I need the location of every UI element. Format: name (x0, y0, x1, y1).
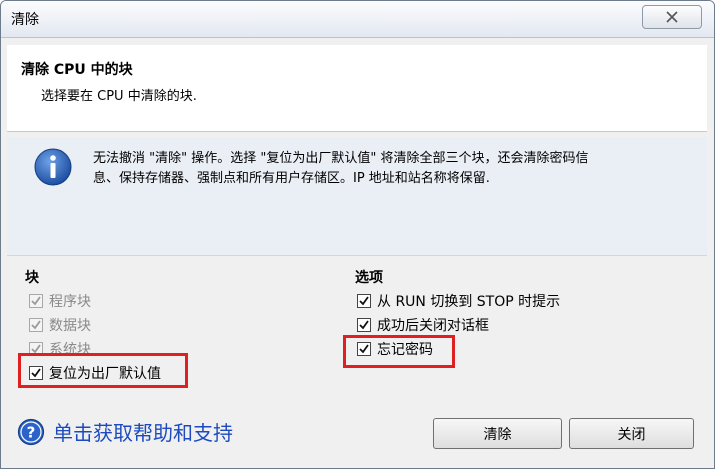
checkbox-data-block[interactable]: 数据块 (29, 315, 91, 335)
checkbox-box[interactable] (29, 294, 43, 308)
options-heading: 选项 (355, 270, 383, 286)
dialog-header: 清除 CPU 中的块 选择要在 CPU 中清除的块. (7, 45, 707, 132)
checkbox-prompt-run-to-stop[interactable]: 从 RUN 切换到 STOP 时提示 (357, 291, 560, 311)
help-icon: ? (17, 418, 45, 445)
checkbox-program-block[interactable]: 程序块 (29, 291, 91, 311)
clear-dialog: 清除 清除 CPU 中的块 选择要在 CPU 中清除的块. 无法撤消 "清除" … (0, 0, 715, 469)
blocks-heading: 块 (25, 270, 39, 286)
info-icon (34, 148, 72, 186)
close-icon (666, 11, 678, 23)
checkbox-label: 程序块 (49, 294, 91, 310)
close-button[interactable]: 关闭 (569, 418, 694, 449)
header-subtitle: 选择要在 CPU 中清除的块. (41, 89, 197, 104)
checkmark-icon (31, 296, 41, 306)
info-panel: 无法撤消 "清除" 操作。选择 "复位为出厂默认值" 将清除全部三个块，还会清除… (7, 137, 707, 256)
info-line-2: 息、保持存储器、强制点和所有用户存储区。IP 地址和站名称将保留. (93, 171, 490, 186)
help-link[interactable]: ? 单击获取帮助和支持 (17, 417, 233, 446)
checkmark-icon (359, 296, 369, 306)
checkbox-label: 成功后关闭对话框 (377, 318, 489, 334)
title-bar[interactable]: 清除 (1, 1, 714, 38)
header-title: 清除 CPU 中的块 (21, 62, 133, 78)
clear-button[interactable]: 清除 (433, 418, 562, 449)
checkbox-box[interactable] (29, 318, 43, 332)
checkmark-icon (359, 320, 369, 330)
checkmark-icon (31, 320, 41, 330)
checkbox-close-on-success[interactable]: 成功后关闭对话框 (357, 315, 489, 335)
checkbox-box[interactable] (357, 318, 371, 332)
highlight-forgot-password-box (343, 335, 455, 368)
info-message: 无法撤消 "清除" 操作。选择 "复位为出厂默认值" 将清除全部三个块，还会清除… (93, 149, 693, 189)
checkbox-label: 数据块 (49, 318, 91, 334)
info-line-1: 无法撤消 "清除" 操作。选择 "复位为出厂默认值" 将清除全部三个块，还会清除… (93, 151, 589, 166)
svg-text:?: ? (27, 423, 36, 441)
checkbox-box[interactable] (357, 294, 371, 308)
window-title: 清除 (11, 12, 39, 28)
window-close-button[interactable] (642, 5, 702, 29)
checkbox-label: 从 RUN 切换到 STOP 时提示 (377, 294, 561, 310)
highlight-reset-box (18, 353, 188, 388)
help-link-text[interactable]: 单击获取帮助和支持 (53, 417, 233, 446)
